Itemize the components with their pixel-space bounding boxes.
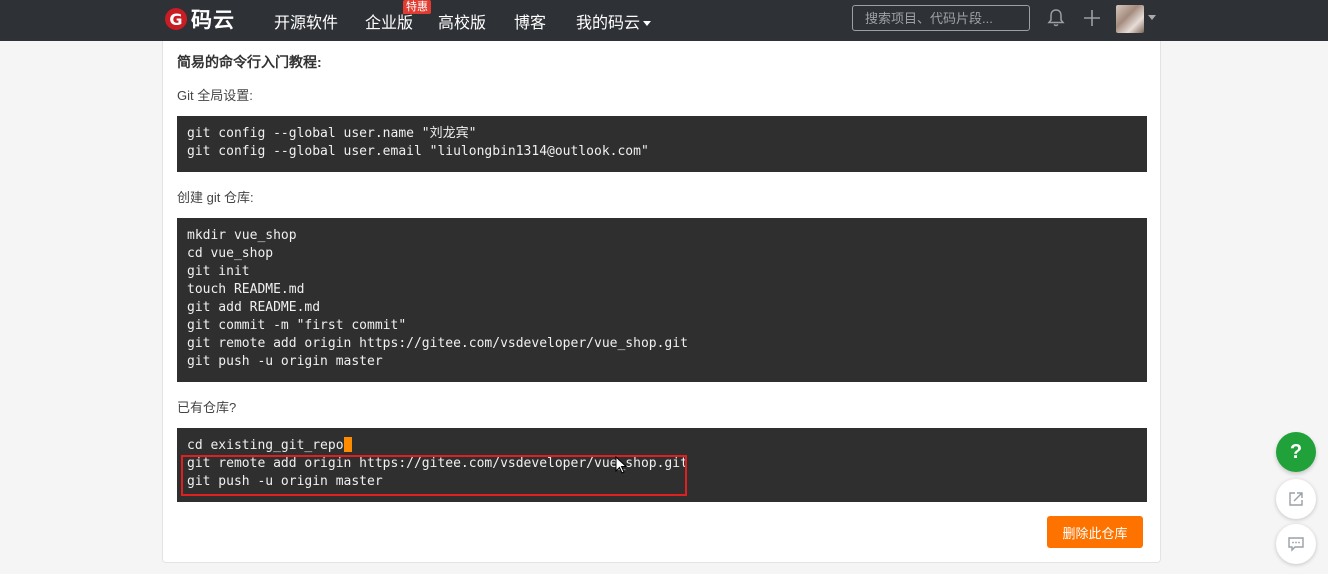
- plus-icon[interactable]: [1082, 8, 1102, 28]
- nav-item-my-gitee-label: 我的码云: [576, 15, 641, 32]
- code-line: mkdir vue_shop: [187, 228, 297, 243]
- existing-repo-label: 已有仓库?: [177, 400, 237, 415]
- logo-mark: G: [165, 8, 187, 30]
- nav-item-open-source[interactable]: 开源软件: [274, 9, 338, 33]
- existing-repo-code: cd existing_git_repo git remote add orig…: [177, 428, 1147, 502]
- nav-item-education[interactable]: 高校版: [438, 9, 486, 33]
- hot-badge: 特惠: [403, 0, 431, 14]
- create-repo-label: 创建 git 仓库:: [177, 190, 254, 205]
- code-line: git config --global user.name "刘龙宾": [187, 126, 477, 141]
- feedback-button[interactable]: [1276, 524, 1316, 564]
- code-line: git remote add origin https://gitee.com/…: [187, 336, 688, 351]
- delete-repo-button[interactable]: 删除此仓库: [1047, 516, 1143, 548]
- code-line: git push -u origin master: [187, 354, 383, 369]
- code-line: git config --global user.email "liulongb…: [187, 144, 649, 159]
- search-input[interactable]: [852, 5, 1030, 31]
- nav-item-my-gitee[interactable]: 我的码云: [576, 9, 652, 33]
- avatar[interactable]: [1116, 5, 1144, 33]
- share-button[interactable]: [1276, 479, 1316, 519]
- code-line: git commit -m "first commit": [187, 318, 407, 333]
- text-cursor: [343, 437, 352, 452]
- code-line: git remote add origin https://gitee.com/…: [187, 456, 688, 471]
- code-line: git push -u origin master: [187, 474, 383, 489]
- code-line: touch README.md: [187, 282, 305, 297]
- code-line: cd vue_shop: [187, 246, 274, 261]
- top-navbar: G 码云 开源软件 企业版 特惠 高校版 博客 我的码云: [0, 0, 1328, 41]
- share-icon: [1289, 492, 1303, 506]
- mouse-pointer-icon: [615, 456, 627, 474]
- code-line: git init: [187, 264, 250, 279]
- global-settings-code: git config --global user.name "刘龙宾" git …: [177, 116, 1147, 172]
- code-line: cd existing_git_repo: [187, 437, 1137, 455]
- code-line-text: cd existing_git_repo: [187, 438, 344, 453]
- create-repo-code: mkdir vue_shop cd vue_shop git init touc…: [177, 218, 1147, 382]
- nav-item-blog[interactable]: 博客: [514, 9, 546, 33]
- logo-text: 码云: [191, 9, 235, 32]
- bell-icon[interactable]: [1046, 8, 1066, 28]
- gitee-logo[interactable]: G 码云: [165, 6, 235, 32]
- comment-icon: [1288, 537, 1304, 552]
- code-line: git add README.md: [187, 300, 321, 315]
- chevron-down-icon: [643, 21, 652, 27]
- help-button[interactable]: ?: [1276, 432, 1316, 472]
- avatar-chevron-down-icon[interactable]: [1148, 15, 1156, 20]
- tutorial-title: 简易的命令行入门教程:: [177, 54, 322, 70]
- help-label: ?: [1289, 440, 1303, 463]
- global-settings-label: Git 全局设置:: [177, 88, 253, 103]
